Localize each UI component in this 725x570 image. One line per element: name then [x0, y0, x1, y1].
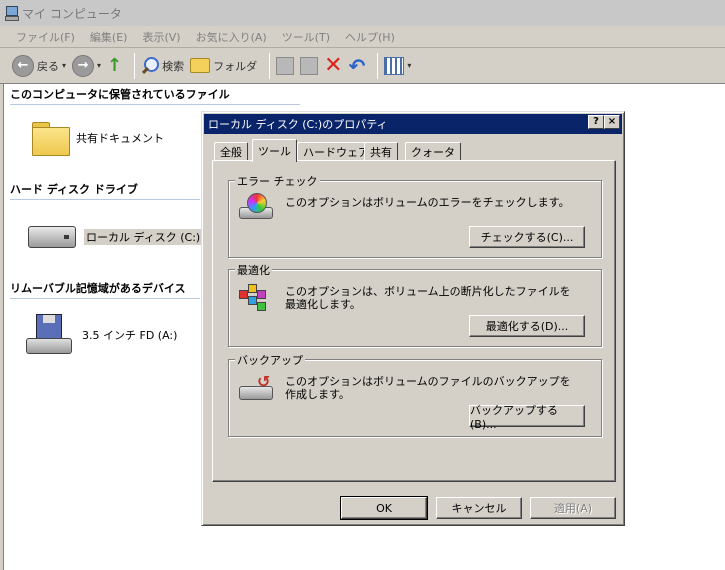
- defrag-icon: [239, 282, 273, 312]
- menu-bar: ファイル(F) 編集(E) 表示(V) お気に入り(A) ツール(T) ヘルプ(…: [0, 26, 725, 48]
- backup-icon: ↺: [239, 372, 273, 402]
- apply-button[interactable]: 適用(A): [530, 497, 616, 519]
- properties-dialog: ローカル ディスク (C:)のプロパティ ? × 全般 ツール ハードウェア 共…: [201, 111, 625, 526]
- folder-icon: [32, 122, 70, 156]
- undo-icon: ↶: [348, 53, 366, 78]
- menu-help[interactable]: ヘルプ(H): [345, 29, 395, 45]
- toolbar: ← 戻る ▾ → ▾ ↑ 検索 フォルダ ✕ ↶ ▾: [0, 48, 725, 84]
- item-label: ローカル ディスク (C:): [84, 229, 203, 245]
- tab-panel-tools: エラー チェック このオプションはボリュームのエラーをチェックします。 チェック…: [212, 160, 616, 482]
- up-arrow-icon: ↑: [107, 55, 123, 76]
- group-title: 最適化: [235, 262, 272, 278]
- floppy-disk-icon: [36, 314, 62, 340]
- backup-now-button[interactable]: バックアップする(B)...: [469, 404, 585, 431]
- back-label: 戻る: [37, 59, 59, 73]
- tab-general[interactable]: 全般: [214, 142, 248, 161]
- tab-quota[interactable]: クォータ: [405, 142, 461, 161]
- search-icon: [141, 56, 160, 75]
- delete-icon: ✕: [324, 52, 343, 78]
- floppy-drive-icon: [26, 314, 74, 356]
- chevron-down-icon[interactable]: ▾: [97, 61, 101, 70]
- block-icon: [248, 296, 257, 305]
- help-button[interactable]: ?: [588, 115, 604, 129]
- group-header-hard-disks: ハード ディスク ドライブ: [10, 180, 200, 200]
- disk-check-icon: [239, 193, 273, 223]
- window-title: マイ コンピュータ: [22, 6, 122, 21]
- defragment-now-button[interactable]: 最適化する(D)...: [469, 315, 585, 337]
- tab-tools[interactable]: ツール: [252, 139, 297, 162]
- group-defrag: 最適化 このオプションは、ボリューム上の断片化したファイルを最適化します。 最適…: [228, 262, 602, 347]
- dialog-titlebar[interactable]: ローカル ディスク (C:)のプロパティ: [204, 114, 622, 134]
- chevron-down-icon[interactable]: ▾: [407, 61, 411, 70]
- back-button[interactable]: ← 戻る ▾: [12, 54, 66, 77]
- block-icon: [248, 284, 257, 293]
- list-item-floppy-a[interactable]: 3.5 インチ FD (A:): [26, 314, 177, 356]
- drive-icon: [26, 338, 72, 354]
- folders-label: フォルダ: [213, 59, 258, 73]
- back-arrow-icon: ←: [12, 54, 34, 77]
- menu-file[interactable]: ファイル(F): [16, 29, 75, 45]
- up-folder-button[interactable]: ↑: [107, 55, 122, 76]
- dialog-title: ローカル ディスク (C:)のプロパティ: [208, 118, 388, 131]
- group-title: エラー チェック: [235, 173, 320, 189]
- forward-button[interactable]: → ▾: [72, 54, 101, 77]
- toolbar-separator: [269, 52, 271, 79]
- block-icon: [257, 290, 266, 299]
- toolbar-separator: [377, 52, 379, 79]
- group-error-check: エラー チェック このオプションはボリュームのエラーをチェックします。 チェック…: [228, 173, 602, 258]
- search-button[interactable]: 検索: [141, 56, 185, 75]
- item-label: 3.5 インチ FD (A:): [82, 329, 178, 342]
- block-icon: [239, 290, 248, 299]
- list-item-shared-documents[interactable]: 共有ドキュメント: [32, 122, 164, 156]
- views-icon: [384, 56, 405, 75]
- group-description: このオプションはボリュームのエラーをチェックします。: [285, 196, 570, 209]
- group-description: このオプションはボリュームのファイルのバックアップを作成します。: [285, 375, 571, 401]
- move-to-button[interactable]: [276, 56, 295, 75]
- copy-to-icon: [300, 56, 319, 75]
- cancel-button[interactable]: キャンセル: [436, 497, 522, 519]
- block-icon: [257, 302, 266, 311]
- backup-arrow-icon: ↺: [257, 372, 271, 391]
- delete-button[interactable]: ✕: [324, 52, 343, 78]
- group-description: このオプションは、ボリューム上の断片化したファイルを最適化します。: [285, 285, 571, 311]
- forward-arrow-icon: →: [72, 54, 95, 77]
- ok-button[interactable]: OK: [340, 496, 428, 520]
- toolbar-separator: [134, 52, 136, 79]
- hard-disk-icon: [28, 226, 76, 248]
- check-now-button[interactable]: チェックする(C)...: [469, 226, 585, 248]
- check-disc-icon: [247, 193, 267, 213]
- menu-view[interactable]: 表示(V): [142, 29, 180, 45]
- window-titlebar: ‹ マイ コンピュータ: [0, 0, 725, 26]
- menu-favorites[interactable]: お気に入り(A): [196, 29, 267, 45]
- list-item-local-disk-c[interactable]: ローカル ディスク (C:): [28, 226, 203, 248]
- copy-to-button[interactable]: [300, 56, 319, 75]
- chevron-down-icon[interactable]: ▾: [62, 61, 66, 70]
- group-title: バックアップ: [235, 352, 305, 368]
- close-button[interactable]: ×: [604, 115, 620, 129]
- group-backup: バックアップ ↺ このオプションはボリュームのファイルのバックアップを作成します…: [228, 352, 602, 437]
- search-label: 検索: [162, 59, 185, 73]
- folder-icon: [190, 58, 211, 73]
- views-button[interactable]: ▾: [384, 56, 411, 75]
- undo-button[interactable]: ↶: [349, 54, 366, 78]
- menu-tools[interactable]: ツール(T): [282, 29, 330, 45]
- tab-sharing[interactable]: 共有: [364, 142, 398, 161]
- move-to-icon: [276, 56, 295, 75]
- item-label: 共有ドキュメント: [76, 132, 164, 145]
- menu-edit[interactable]: 編集(E): [90, 29, 128, 45]
- group-header-stored-files: このコンピュータに保管されているファイル: [10, 85, 300, 105]
- my-computer-icon: [4, 5, 19, 21]
- group-header-removable: リムーバブル記憶域があるデバイス: [10, 279, 200, 299]
- folders-button[interactable]: フォルダ: [190, 58, 257, 74]
- chevron-left-icon: ‹: [0, 4, 1, 18]
